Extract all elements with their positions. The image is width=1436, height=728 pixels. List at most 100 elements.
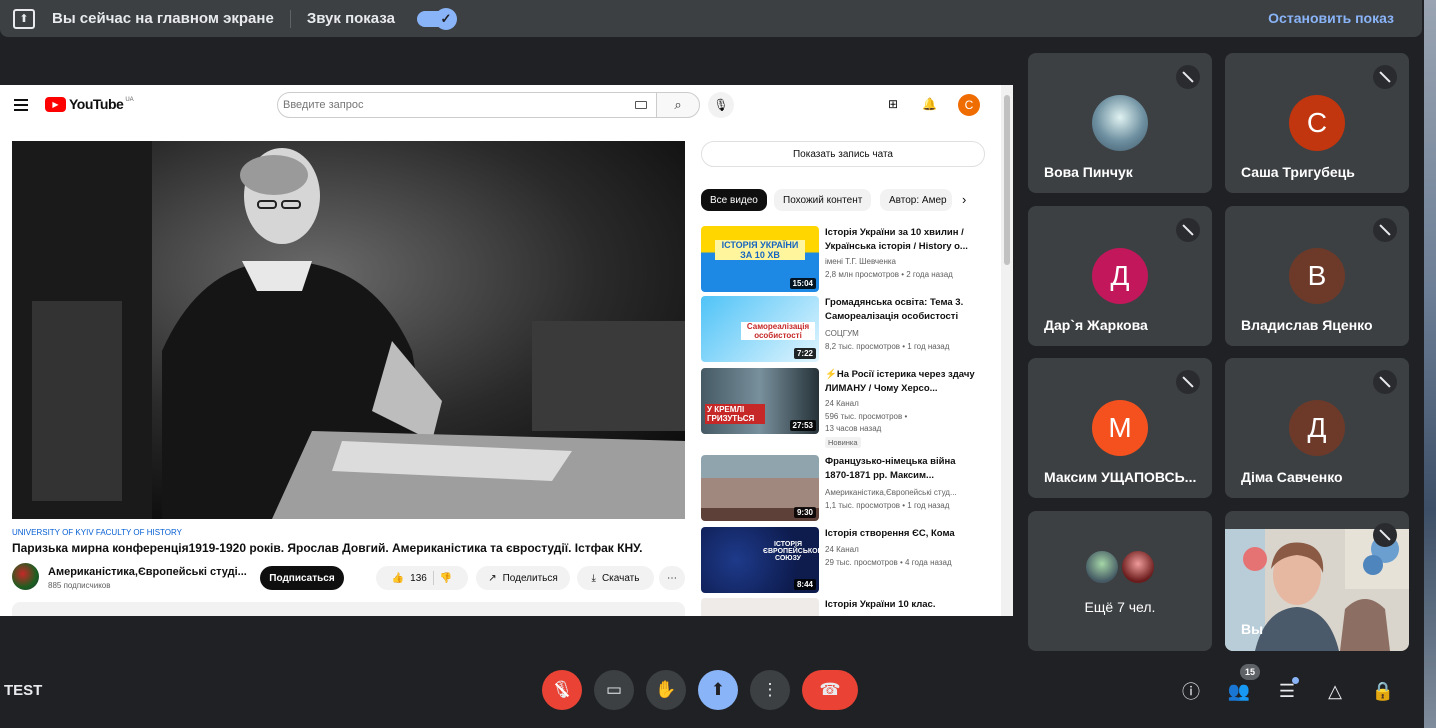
mic-off-icon (1176, 65, 1200, 89)
participant-tile[interactable]: М Максим УЩАПОВСЬ... (1028, 358, 1212, 498)
recommendation-item[interactable]: Самореалізація особистості 7:22 Громадян… (701, 296, 991, 362)
youtube-wordmark: YouTube (69, 96, 124, 112)
share-button[interactable]: ↗ Поделиться (476, 566, 570, 590)
thumbnail-text: У КРЕМЛІ ГРИЗУТЬСЯ (705, 404, 765, 424)
search-input[interactable]: Введите запрос (277, 92, 657, 118)
rec-title: Французько-німецька війна 1870-1871 рр. … (825, 456, 956, 481)
raise-hand-button[interactable]: ✋ (646, 670, 686, 710)
notifications-bell-icon[interactable]: 🔔 (922, 97, 937, 111)
participant-tile[interactable]: В Владислав Яценко (1225, 206, 1409, 346)
hand-icon: ✋ (655, 680, 677, 699)
search-button[interactable]: ⌕ (656, 92, 700, 118)
recommendation-item[interactable]: ІСТОРІЯ ЄВРОПЕЙСЬКОГО СОЮЗУ 8:44 Історія… (701, 527, 991, 593)
more-options-button[interactable]: ⋮ (750, 670, 790, 710)
participant-avatar (1092, 95, 1148, 151)
rec-title: Історія створення ЄС, Кома (825, 528, 955, 539)
mic-off-icon (1176, 370, 1200, 394)
self-label: Вы (1241, 621, 1264, 637)
chip-author[interactable]: Автор: Амер (880, 189, 952, 211)
people-icon: 👥 (1227, 680, 1251, 701)
rec-meta: 1,1 тыс. просмотров • 1 год назад (825, 501, 950, 510)
share-sound-toggle[interactable]: ✓ (416, 7, 457, 30)
more-participants-label: Ещё 7 чел. (1084, 599, 1156, 615)
share-icon: ↗ (488, 572, 497, 584)
present-now-button[interactable]: ⬆ (698, 670, 738, 710)
download-button[interactable]: ⤓ Скачать (577, 566, 654, 590)
download-label: Скачать (601, 572, 640, 584)
microphone-toggle-button[interactable]: 🎙 (542, 670, 582, 710)
video-thumbnail: 9:30 (701, 455, 819, 521)
recommendation-item[interactable]: ІСТОРІЯ УКРАЇНИ ЗА 10 ХВ 15:04 Історія У… (701, 226, 991, 292)
rec-channel: 24 Канал (825, 545, 859, 554)
menu-icon[interactable] (14, 99, 28, 114)
channel-name[interactable]: Американістика,Європейські студі... (48, 566, 248, 578)
create-video-icon[interactable]: ⊞ (888, 97, 898, 111)
rec-meta: 596 тыс. просмотров • 13 часов назад (825, 412, 908, 433)
camera-toggle-button[interactable]: ▭ (594, 670, 634, 710)
host-controls-button[interactable]: 🔒 (1370, 678, 1396, 704)
more-participants-tile[interactable]: Ещё 7 чел. (1028, 511, 1212, 651)
participant-tile[interactable]: Д Діма Савченко (1225, 358, 1409, 498)
more-actions-button[interactable]: ⋯ (659, 566, 685, 590)
video-title: Паризька мирна конференція1919-1920 рокі… (12, 541, 643, 555)
participant-avatar: С (1289, 95, 1345, 151)
mic-off-icon (1176, 218, 1200, 242)
presented-screen: ▶ YouTube UA Введите запрос ⌕ 🎙 ⊞ 🔔 С UN… (0, 85, 1013, 616)
self-video-tile[interactable]: Вы (1225, 511, 1409, 651)
meeting-details-button[interactable]: ⓘ (1178, 678, 1204, 704)
rec-meta: 8,2 тыс. просмотров • 1 год назад (825, 342, 950, 351)
chip-related[interactable]: Похожий контент (774, 189, 872, 211)
chevron-right-icon[interactable]: › (962, 192, 966, 207)
participant-name: Максим УЩАПОВСЬ... (1044, 469, 1197, 485)
rec-meta: 29 тыс. просмотров • 4 года назад (825, 558, 952, 567)
participant-tile[interactable]: Вова Пинчук (1028, 53, 1212, 193)
people-button[interactable]: 👥 (1226, 678, 1252, 704)
participant-tile[interactable]: С Саша Тригубець (1225, 53, 1409, 193)
desktop-wallpaper-strip (1424, 0, 1436, 728)
chip-all-videos[interactable]: Все видео (701, 189, 767, 211)
participant-tile[interactable]: Д Дар`я Жаркова (1028, 206, 1212, 346)
participant-name: Дар`я Жаркова (1044, 317, 1148, 333)
dislike-icon[interactable]: 👎 (440, 573, 452, 584)
thumbnail-text: ІСТОРІЯ ЄВРОПЕЙСЬКОГО СОЮЗУ (763, 541, 819, 562)
recommendation-item[interactable]: У КРЕМЛІ ГРИЗУТЬСЯ 27:53 ⚡На Росії істер… (701, 368, 991, 448)
youtube-header: ▶ YouTube UA Введите запрос ⌕ 🎙 ⊞ 🔔 С (0, 85, 1001, 125)
activities-button[interactable]: △ (1322, 678, 1348, 704)
recommendation-item[interactable]: Історія України 10 клас. (701, 598, 991, 616)
rec-channel: імені Т.Г. Шевченка (825, 257, 896, 266)
check-icon: ✓ (434, 7, 457, 30)
participant-name: Саша Тригубець (1241, 164, 1355, 180)
description-box[interactable] (12, 602, 685, 616)
like-icon[interactable]: 👍 (392, 573, 404, 584)
video-thumbnail: У КРЕМЛІ ГРИЗУТЬСЯ 27:53 (701, 368, 819, 434)
share-label: Поделиться (502, 572, 558, 584)
video-player[interactable] (12, 141, 685, 519)
keyboard-icon[interactable] (635, 101, 647, 109)
participant-name: Діма Савченко (1241, 469, 1343, 485)
like-count[interactable]: 136 (410, 573, 427, 584)
subscribe-button[interactable]: Подписаться (260, 566, 344, 590)
divider (432, 571, 434, 585)
chat-notification-dot (1292, 677, 1299, 684)
mic-off-icon (1373, 523, 1397, 547)
channel-avatar[interactable] (12, 563, 39, 590)
scrollbar[interactable] (1001, 85, 1013, 616)
rec-meta: 2,8 млн просмотров • 2 года назад (825, 270, 953, 279)
presenting-message: Вы сейчас на главном экране (52, 10, 274, 27)
rec-title: Громадянська освіта: Тема 3. Самореаліза… (825, 297, 964, 322)
voice-search-button[interactable]: 🎙 (708, 92, 734, 118)
show-chat-replay-button[interactable]: Показать запись чата (701, 141, 985, 167)
video-frame (12, 141, 685, 519)
account-avatar[interactable]: С (958, 94, 980, 116)
video-thumbnail: ІСТОРІЯ ЄВРОПЕЙСЬКОГО СОЮЗУ 8:44 (701, 527, 819, 593)
stop-presenting-button[interactable]: Остановить показ (1268, 10, 1394, 26)
present-screen-icon: ⬆ (13, 8, 35, 29)
channel-tag-link[interactable]: UNIVERSITY OF KYIV FACULTY OF HISTORY (12, 528, 182, 537)
recommendation-item[interactable]: 9:30 Французько-німецька війна 1870-1871… (701, 455, 991, 521)
youtube-logo[interactable]: ▶ YouTube UA (45, 96, 134, 112)
presenting-bar: ⬆ Вы сейчас на главном экране Звук показ… (0, 0, 1422, 37)
leave-call-button[interactable]: ☎ (802, 670, 858, 710)
present-screen-icon: ⬆ (710, 680, 726, 699)
scrollbar-thumb[interactable] (1004, 95, 1010, 265)
subscriber-count: 885 подписчиков (48, 581, 111, 590)
